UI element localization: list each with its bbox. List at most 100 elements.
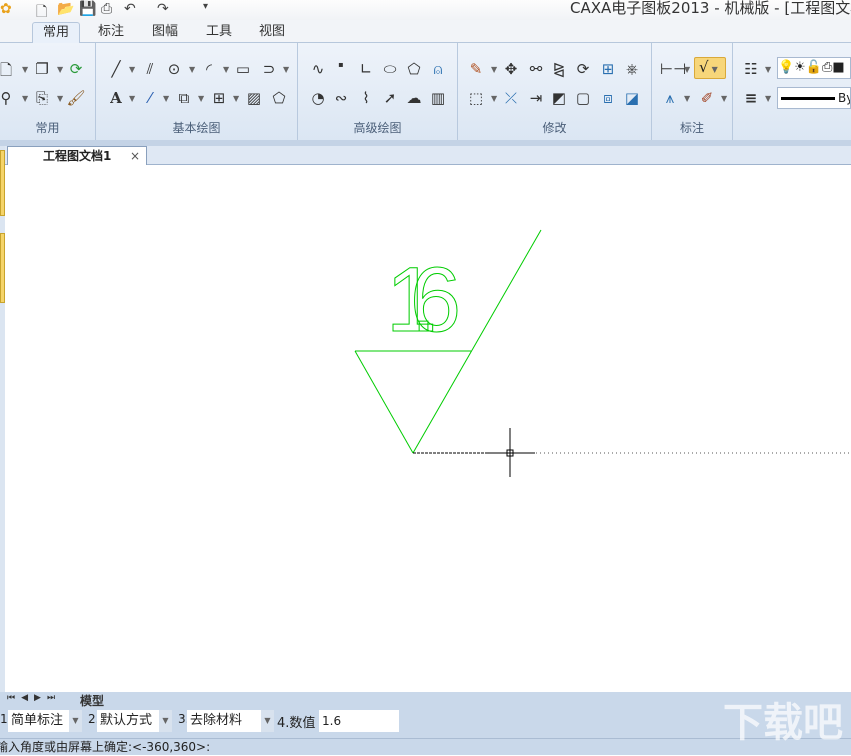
cloud-icon[interactable]: ☁	[404, 89, 424, 107]
stretch-icon[interactable]: ⎈	[622, 60, 642, 78]
window-title: CAXA电子图板2013 - 机械版 - [工程图文档	[570, 0, 851, 17]
scale-icon[interactable]: ◩	[549, 89, 569, 107]
crosshair-cursor	[486, 428, 535, 477]
document-tab-bar: 工程图文档1 ×	[0, 146, 851, 165]
group-label: 基本绘图	[172, 121, 221, 135]
rectangle-icon[interactable]: ▭	[233, 60, 253, 78]
select-box-icon[interactable]: ⬚	[466, 89, 486, 107]
print-icon[interactable]: ⎙	[101, 1, 112, 17]
group-properties: ☷▼ 💡☀🔓⎙■ ≡▼ By	[733, 43, 851, 140]
app-logo-icon[interactable]: ✿	[0, 1, 12, 17]
group-common: 🗋 ▼ ❐ ▼ ⟳ ⚲ ▼ ⎘ ▼ 🖌 常用	[0, 43, 96, 140]
shaft-icon[interactable]: ▥	[428, 89, 448, 107]
tab-sheet[interactable]: 图幅	[142, 22, 188, 44]
revision-cloud-icon[interactable]: ◔	[308, 89, 328, 107]
drawing-canvas[interactable]: 1.6	[5, 165, 851, 692]
open-folder-icon[interactable]: 📂	[57, 1, 74, 17]
slot-icon[interactable]: ⊃	[259, 60, 279, 78]
arc-icon[interactable]: ◜	[199, 60, 219, 78]
group-label: 常用	[35, 121, 60, 135]
param-label: 4.数值	[277, 716, 316, 731]
chamfer-icon[interactable]: ▢	[573, 89, 593, 107]
text-icon[interactable]: A	[106, 89, 126, 107]
angle-line-icon[interactable]: ∟	[356, 60, 376, 78]
default-mode-select[interactable]: 默认方式 ▼	[97, 710, 172, 732]
roughness-symbol-button[interactable]: √ ▼	[694, 57, 726, 79]
array-icon[interactable]: ⊞	[598, 60, 618, 78]
block-icon[interactable]: ⧉	[174, 89, 194, 107]
group-basic-draw: ╱ ▼ ⫽ ⊙ ▼ ◜ ▼ ▭ ⊃ ▼ A ▼ ⁄ ▼ ⧉ ▼ ⊞ ▼ ▨ ⬠ 基本绘图	[96, 43, 298, 140]
group-advanced-draw: ∿ ▪ ∟ ⬭ ⬠ ⍝ ◔ ∾ ⌇ ➚ ☁ ▥ 高级绘图	[298, 43, 458, 140]
layer-select[interactable]: 💡☀🔓⎙■	[777, 57, 851, 79]
explode-icon[interactable]: ⧈	[598, 89, 618, 107]
extend-icon[interactable]: ⇥	[526, 89, 546, 107]
group-label: 高级绘图	[353, 121, 402, 135]
drawing-svg: 1.6	[354, 229, 851, 477]
trim-icon[interactable]: ⤫	[501, 89, 521, 107]
group-modify: ✎ ▼ ✥ ⚯ ⧎ ⟳ ⊞ ⎈ ⬚ ▼ ⤫ ⇥ ◩ ▢ ⧈ ◪ 修改	[458, 43, 652, 140]
ribbon-tabs: 常用 标注 图幅 工具 视图	[0, 20, 851, 44]
sheet-tab-model[interactable]: 模型	[80, 692, 104, 709]
prompt-text: 输入角度或由屏幕上确定:<-360,360>:	[0, 740, 211, 754]
fill-icon[interactable]: ⬠	[269, 89, 289, 107]
undo-icon[interactable]: ↶	[124, 1, 136, 17]
material-removal-select[interactable]: 去除材料 ▼	[187, 710, 274, 732]
group-annotate: ⊢⊣ ▼ √ ▼ ⩚ ▼ ✐ ▼ 标注	[652, 43, 733, 140]
circle-icon[interactable]: ⊙	[164, 60, 184, 78]
layer-icon[interactable]: ☷	[741, 60, 761, 78]
title-bar: ✿ 🗋 📂 💾 ⎙ ↶ ↷ ▾ CAXA电子图板2013 - 机械版 - [工程…	[0, 0, 851, 20]
point-icon[interactable]: ▪	[331, 60, 351, 69]
param-value: 默认方式	[100, 713, 153, 728]
document-tab[interactable]: 工程图文档1 ×	[7, 146, 147, 165]
break-line-icon[interactable]: ⌇	[356, 89, 376, 107]
customize-quick-access-icon[interactable]: ▾	[203, 1, 208, 12]
spline-icon[interactable]: ∿	[308, 60, 328, 78]
image-insert-icon[interactable]: ⊞	[209, 89, 229, 107]
eraser-icon[interactable]: ✎	[466, 60, 486, 78]
ribbon: 🗋 ▼ ❐ ▼ ⟳ ⚲ ▼ ⎘ ▼ 🖌 常用 ╱ ▼ ⫽ ⊙ ▼ ◜ ▼ ▭ ⊃ ▼ A ▼ ⁄ ▼…	[0, 43, 851, 140]
linetype-value: By	[838, 91, 850, 105]
paste-icon[interactable]: ⎘	[32, 89, 52, 107]
datum-icon[interactable]: ⩚	[660, 89, 680, 107]
group-label: 修改	[542, 121, 567, 135]
polygon-icon[interactable]: ⬠	[404, 60, 424, 78]
document-tab-label: 工程图文档1	[43, 149, 112, 163]
redo-icon[interactable]: ↷	[157, 1, 169, 17]
hatch-icon[interactable]: ▨	[244, 89, 264, 107]
parallel-line-icon[interactable]: ⫽	[140, 60, 160, 78]
tab-common[interactable]: 常用	[32, 22, 81, 44]
wave-line-icon[interactable]: ∾	[331, 89, 351, 107]
tab-tools[interactable]: 工具	[196, 22, 242, 44]
line-weight-icon[interactable]: ≡	[741, 89, 761, 107]
move-icon[interactable]: ✥	[501, 60, 521, 78]
zoom-icon[interactable]: ⚲	[0, 89, 16, 107]
annotation-mode-select[interactable]: 简单标注 ▼	[8, 710, 82, 732]
properties-icon[interactable]: 🗋	[0, 60, 16, 85]
centerline-icon[interactable]: ⁄	[140, 89, 160, 107]
offset-icon[interactable]: ◪	[622, 89, 642, 107]
mirror-icon[interactable]: ⧎	[549, 60, 569, 78]
group-label: 标注	[679, 121, 704, 135]
save-icon[interactable]: 💾	[79, 1, 96, 17]
copy-icon[interactable]: ❐	[32, 60, 52, 78]
rotate-icon[interactable]: ⟳	[573, 60, 593, 78]
close-icon[interactable]: ×	[130, 147, 140, 165]
ellipse-icon[interactable]: ⬭	[380, 60, 400, 78]
arrow-icon[interactable]: ➚	[380, 89, 400, 107]
param-value: 去除材料	[190, 713, 243, 728]
watermark-logo: 下载吧	[723, 700, 843, 746]
tab-view[interactable]: 视图	[249, 22, 295, 44]
param-value: 简单标注	[11, 713, 64, 728]
format-brush-icon[interactable]: 🖌	[66, 89, 86, 107]
line-icon[interactable]: ╱	[106, 60, 126, 78]
linetype-select[interactable]: By	[777, 87, 851, 109]
copy-move-icon[interactable]: ⚯	[526, 60, 546, 78]
refresh-icon[interactable]: ⟳	[66, 60, 86, 78]
roughness-value-text: 1.6	[386, 249, 461, 351]
text-edit-icon[interactable]: ✐	[697, 89, 717, 107]
value-input[interactable]: 1.6	[319, 710, 399, 732]
sheet-navigation-arrows[interactable]: ⏮◀▶⏭	[7, 693, 61, 703]
tab-annotate[interactable]: 标注	[88, 22, 134, 44]
dimension-icon[interactable]: ⊢⊣	[660, 60, 686, 78]
ball-icon[interactable]: ⍝	[428, 60, 448, 78]
